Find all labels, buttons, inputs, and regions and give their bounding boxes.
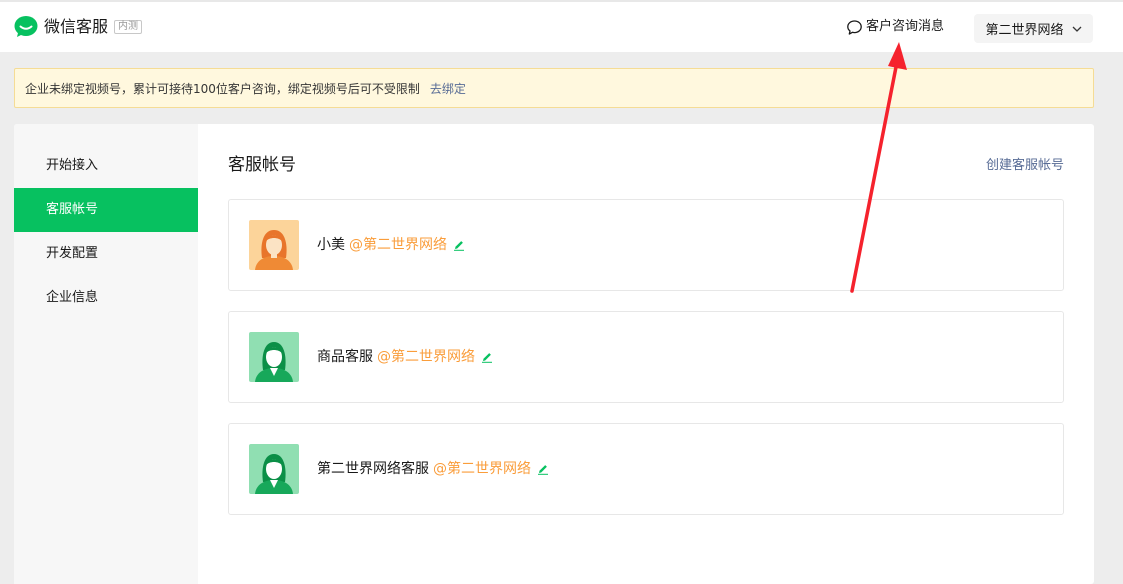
chat-bubble-icon [847,19,862,35]
sidebar-item-service-accounts[interactable]: 客服帐号 [14,188,198,232]
top-header: 微信客服 内测 客户咨询消息 第二世界网络 [0,0,1123,52]
account-name: 第二世界网络 [985,23,1064,38]
edit-pencil-icon[interactable] [481,351,493,363]
account-card[interactable]: 小美 @第二世界网络 [228,199,1064,291]
customer-messages-label: 客户咨询消息 [866,19,945,34]
channel-binding-notice: 企业未绑定视频号，累计可接待100位客户咨询，绑定视频号后可不受限制 去绑定 [14,68,1094,108]
account-name-line: 商品客服 @第二世界网络 [317,348,493,366]
brand[interactable]: 微信客服 内测 [14,16,143,38]
edit-pencil-icon[interactable] [453,239,465,251]
account-owner: @第二世界网络 [349,237,447,253]
edit-pencil-icon[interactable] [537,463,549,475]
account-card[interactable]: 第二世界网络客服 @第二世界网络 [228,423,1064,515]
wecom-service-logo-icon [14,16,38,37]
account-name: 商品客服 [317,349,373,365]
female-avatar-green-icon [249,444,299,494]
avatar [249,444,299,494]
sidebar: 开始接入 客服帐号 开发配置 企业信息 [14,124,198,584]
account-switcher[interactable]: 第二世界网络 [974,14,1093,43]
account-owner: @第二世界网络 [377,349,475,365]
chevron-down-icon [1072,26,1081,32]
account-name-line: 小美 @第二世界网络 [317,236,465,254]
female-avatar-orange-icon [249,220,299,270]
notice-text: 企业未绑定视频号，累计可接待100位客户咨询，绑定视频号后可不受限制 [25,81,420,96]
page-title: 客服帐号 [228,155,296,175]
customer-messages-link[interactable]: 客户咨询消息 [846,18,944,36]
main-panel: 开始接入 客服帐号 开发配置 企业信息 客服帐号 创建客服帐号 小美 @第二世界… [14,124,1094,584]
account-card[interactable]: 商品客服 @第二世界网络 [228,311,1064,403]
account-name: 第二世界网络客服 [317,461,429,477]
brand-title: 微信客服 [44,17,109,36]
account-name: 小美 [317,237,345,253]
account-owner: @第二世界网络 [433,461,531,477]
bind-channel-link[interactable]: 去绑定 [430,80,466,97]
female-avatar-green-icon [249,332,299,382]
sidebar-item-company-info[interactable]: 企业信息 [14,276,198,320]
avatar [249,332,299,382]
sidebar-item-dev-config[interactable]: 开发配置 [14,232,198,276]
beta-badge: 内测 [114,20,143,34]
avatar [249,220,299,270]
sidebar-item-getting-started[interactable]: 开始接入 [14,144,198,188]
account-name-line: 第二世界网络客服 @第二世界网络 [317,460,549,478]
create-account-link[interactable]: 创建客服帐号 [986,158,1064,174]
